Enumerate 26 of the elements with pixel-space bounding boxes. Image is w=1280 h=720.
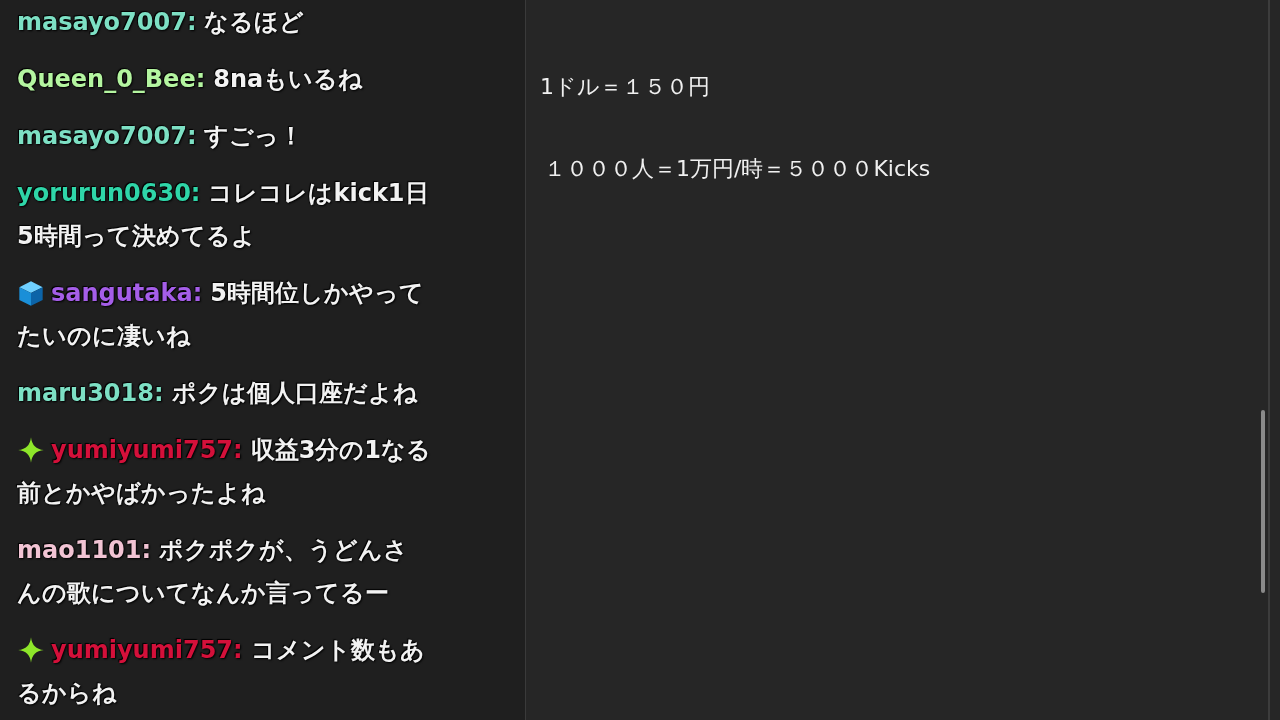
chat-message: 5時間位しかやって [210, 277, 424, 309]
chat-message: すごっ！ [204, 120, 304, 152]
username: maru3018: [17, 378, 164, 407]
chat-message: 8naもいるね [213, 63, 364, 95]
username: sangutaka: [51, 278, 203, 307]
username: masayo7007: [17, 7, 197, 36]
username: yorurun0630: [17, 178, 201, 207]
note-text: １０００人＝1万円/時＝５０００Kicks [544, 155, 931, 183]
username: Queen_0_Bee: [17, 64, 206, 93]
note-text: 1ドル＝１５０円 [540, 73, 710, 101]
chat-message: んの歌についてなんか言ってるー [17, 577, 389, 609]
chat-message: コレコレはkick1日 [208, 177, 429, 209]
username: mao1101: [17, 535, 152, 564]
chat-message: なるほど [204, 6, 305, 38]
chat-message: るからね [17, 677, 117, 709]
username: yumiyumi757: [51, 635, 243, 664]
chat-message: 前とかやばかったよね [17, 477, 266, 509]
chat-message: たいのに凄いね [17, 320, 191, 352]
chat-message: ポクは個人口座だよね [171, 377, 418, 409]
chat-message: 収益3分の1なる [250, 434, 432, 466]
scrollbar[interactable] [1261, 410, 1265, 593]
chat-message: 5時間って決めてるよ [17, 220, 256, 252]
chat-message: ポクポクが、うどんさ [159, 534, 409, 566]
username: masayo7007: [17, 121, 197, 150]
username: yumiyumi757: [51, 435, 243, 464]
chat-message: コメント数もあ [250, 634, 425, 666]
